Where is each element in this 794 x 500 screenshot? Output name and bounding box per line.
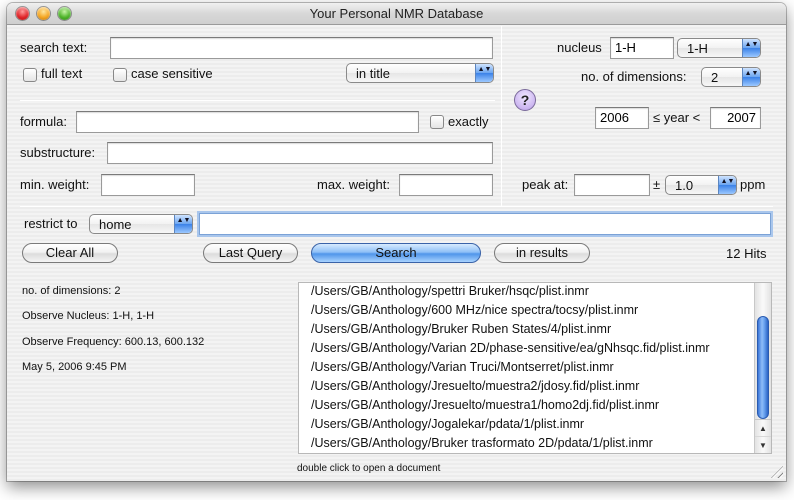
formula-label: formula: bbox=[20, 114, 67, 129]
list-item[interactable]: /Users/GB/Anthology/Varian 2D/phase-sens… bbox=[311, 341, 710, 355]
title-bar[interactable]: Your Personal NMR Database bbox=[7, 3, 786, 25]
popup-arrows-icon: ▲▼ bbox=[475, 64, 493, 82]
full-text-label: full text bbox=[41, 66, 83, 81]
detail-observe-nucleus: Observe Nucleus: 1-H, 1-H bbox=[22, 310, 155, 322]
plus-minus-label: ± bbox=[653, 177, 661, 192]
window-title: Your Personal NMR Database bbox=[309, 6, 484, 21]
substructure-label: substructure: bbox=[20, 145, 96, 160]
divider bbox=[20, 206, 773, 207]
search-text-input[interactable] bbox=[110, 37, 493, 59]
dimensions-value: 2 bbox=[711, 70, 719, 85]
formula-input[interactable] bbox=[76, 111, 419, 133]
nucleus-label: nucleus bbox=[557, 40, 602, 55]
search-button[interactable]: Search bbox=[311, 243, 481, 263]
scroll-up-arrow-icon[interactable]: ▲ bbox=[755, 419, 771, 436]
year-from-input[interactable]: 2006 bbox=[595, 107, 649, 129]
nucleus-input[interactable]: 1-H bbox=[610, 37, 674, 59]
search-text-label: search text: bbox=[20, 40, 88, 55]
substructure-input[interactable] bbox=[107, 142, 493, 164]
case-sensitive-label: case sensitive bbox=[131, 66, 213, 81]
list-item[interactable]: /Users/GB/Anthology/Varian Truci/Montser… bbox=[311, 360, 614, 374]
restrict-to-popup[interactable]: home ▲▼ bbox=[89, 214, 193, 234]
help-button[interactable]: ? bbox=[514, 89, 536, 111]
scroll-down-arrow-icon[interactable]: ▼ bbox=[755, 436, 771, 453]
year-range-label: ≤ year < bbox=[653, 110, 701, 125]
list-item[interactable]: /Users/GB/Anthology/Bruker trasformato 2… bbox=[311, 436, 653, 450]
list-item[interactable]: /Users/GB/Anthology/spettri Bruker/hsqc/… bbox=[311, 284, 589, 298]
search-scope-value: in title bbox=[356, 66, 390, 81]
restrict-to-value: home bbox=[99, 217, 132, 232]
year-to-input[interactable]: 2007 bbox=[710, 107, 761, 129]
nucleus-popup[interactable]: 1-H ▲▼ bbox=[677, 38, 761, 58]
detail-observe-frequency: Observe Frequency: 600.13, 600.132 bbox=[22, 336, 205, 348]
clear-all-button[interactable]: Clear All bbox=[22, 243, 118, 263]
vertical-divider bbox=[501, 26, 502, 206]
dimensions-popup[interactable]: 2 ▲▼ bbox=[701, 67, 761, 87]
popup-arrows-icon: ▲▼ bbox=[174, 215, 192, 233]
tolerance-value: 1.0 bbox=[675, 178, 694, 193]
divider bbox=[20, 100, 495, 101]
peak-at-input[interactable] bbox=[574, 174, 650, 196]
detail-date: May 5, 2006 9:45 PM bbox=[22, 361, 127, 373]
min-weight-label: min. weight: bbox=[20, 177, 90, 192]
popup-arrows-icon: ▲▼ bbox=[718, 176, 736, 194]
max-weight-label: max. weight: bbox=[317, 177, 390, 192]
search-scope-popup[interactable]: in title ▲▼ bbox=[346, 63, 494, 83]
list-item[interactable]: /Users/GB/Anthology/Jresuelto/muestra2/j… bbox=[311, 379, 639, 393]
restrict-to-label: restrict to bbox=[24, 216, 78, 231]
max-weight-input[interactable] bbox=[399, 174, 493, 196]
scroll-thumb[interactable] bbox=[757, 316, 769, 419]
list-item[interactable]: /Users/GB/Anthology/600 MHz/nice spectra… bbox=[311, 303, 638, 317]
peak-at-label: peak at: bbox=[522, 177, 569, 192]
resize-grip-icon[interactable] bbox=[771, 466, 783, 478]
status-text: double click to open a document bbox=[297, 463, 441, 474]
popup-arrows-icon: ▲▼ bbox=[742, 68, 760, 86]
exactly-checkbox[interactable] bbox=[430, 115, 444, 129]
main-window: Your Personal NMR Database search text: … bbox=[7, 3, 786, 481]
ppm-unit-label: ppm bbox=[740, 177, 766, 192]
dimensions-label: no. of dimensions: bbox=[581, 69, 687, 84]
tolerance-popup[interactable]: 1.0 ▲▼ bbox=[665, 175, 737, 195]
popup-arrows-icon: ▲▼ bbox=[742, 39, 760, 57]
exactly-label: exactly bbox=[448, 114, 489, 129]
in-results-button[interactable]: in results bbox=[494, 243, 590, 263]
last-query-button[interactable]: Last Query bbox=[203, 243, 298, 263]
full-text-checkbox[interactable] bbox=[23, 68, 37, 82]
hits-count: 12 Hits bbox=[726, 246, 767, 261]
nucleus-popup-value: 1-H bbox=[687, 41, 708, 56]
list-item[interactable]: /Users/GB/Anthology/Jogalekar/pdata/1/pl… bbox=[311, 417, 584, 431]
list-item[interactable]: /Users/GB/Anthology/Jresuelto/muestra1/h… bbox=[311, 398, 659, 412]
list-item[interactable]: /Users/GB/Anthology/Bruker Ruben States/… bbox=[311, 322, 611, 336]
results-scrollbar[interactable]: ▲ ▼ bbox=[754, 283, 771, 453]
case-sensitive-checkbox[interactable] bbox=[113, 68, 127, 82]
min-weight-input[interactable] bbox=[101, 174, 195, 196]
results-list[interactable]: /Users/GB/Anthology/spettri Bruker/hsqc/… bbox=[298, 282, 772, 454]
detail-dimensions: no. of dimensions: 2 bbox=[22, 285, 121, 297]
restrict-path-input[interactable] bbox=[199, 213, 771, 235]
